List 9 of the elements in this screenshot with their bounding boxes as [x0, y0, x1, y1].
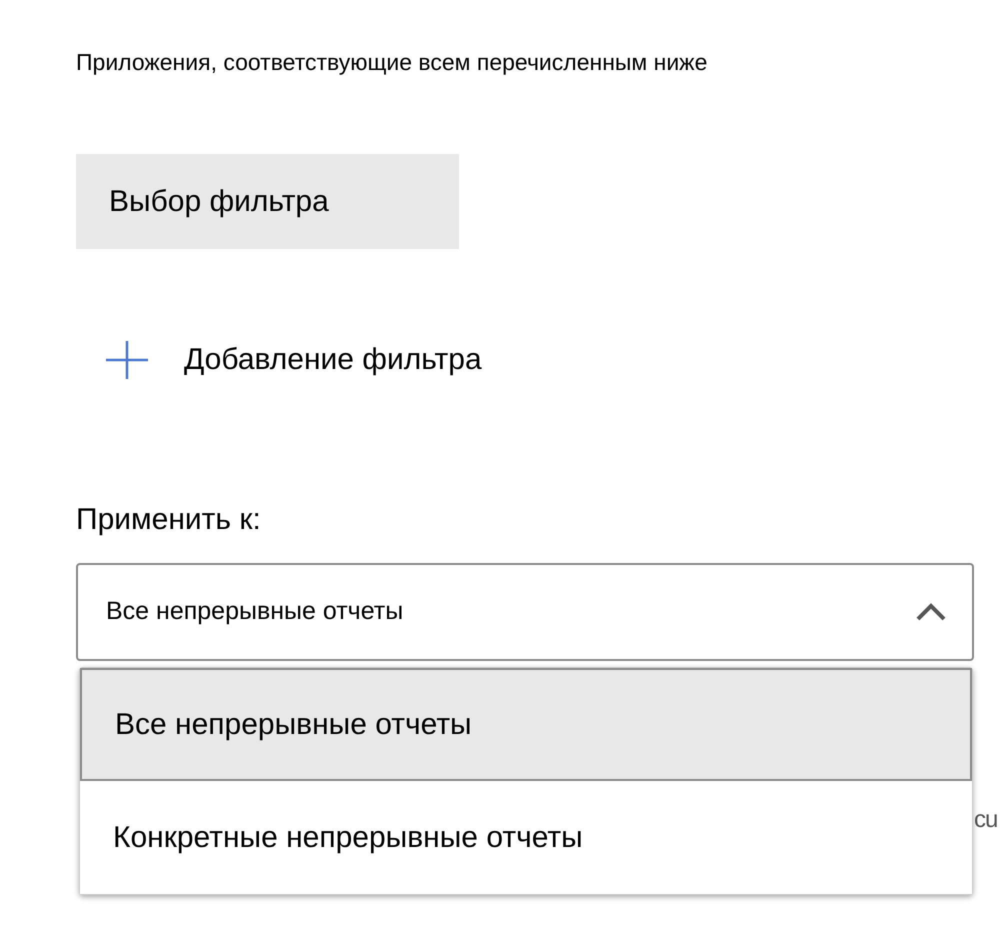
- plus-icon: [106, 340, 148, 378]
- apply-to-label: Применить к:: [76, 502, 262, 538]
- apply-to-dropdown[interactable]: Все непрерывные отчеты: [76, 563, 974, 661]
- add-filter-button[interactable]: Добавление фильтра: [106, 337, 482, 382]
- description-text: Приложения, соответствующие всем перечисленным ниже: [76, 48, 708, 77]
- dropdown-option[interactable]: Конкретные непрерывные отчеты: [80, 781, 972, 894]
- filter-select-button[interactable]: Выбор фильтра: [76, 154, 459, 249]
- dropdown-option[interactable]: Все непрерывные отчеты: [80, 668, 972, 781]
- background-text: cu: [974, 805, 998, 835]
